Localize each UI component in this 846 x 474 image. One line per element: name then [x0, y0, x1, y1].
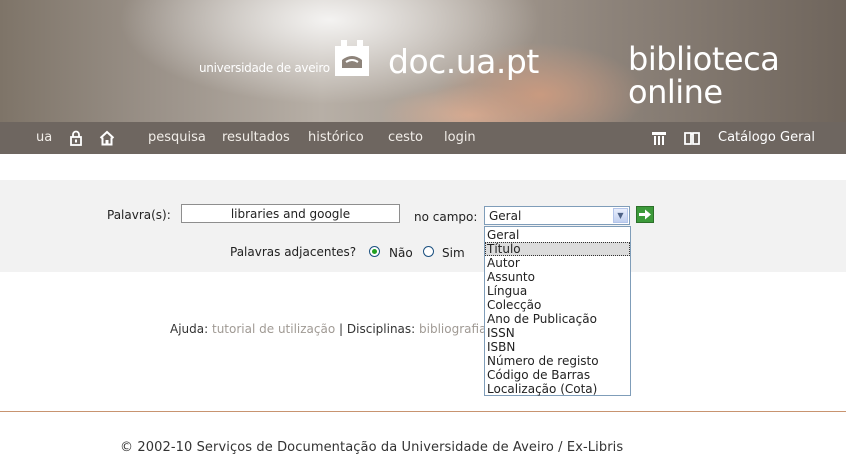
field-select[interactable]: Geral ▼ [484, 206, 630, 225]
dropdown-option-ano[interactable]: Ano de Publicação [485, 312, 630, 326]
dropdown-option-autor[interactable]: Autor [485, 256, 630, 270]
adjacent-no-label: Não [389, 246, 413, 260]
help-label: Ajuda: [170, 322, 209, 336]
library-title-line1: biblioteca [628, 40, 780, 78]
search-form: Palavra(s): no campo: Geral ▼ Palavras a… [0, 180, 846, 272]
book-icon[interactable] [684, 130, 700, 146]
disciplines-label: Disciplinas: [346, 322, 416, 336]
field-select-value: Geral [489, 209, 522, 223]
help-tutorial-link[interactable]: tutorial de utilização [212, 322, 335, 336]
dropdown-option-isbn[interactable]: ISBN [485, 340, 630, 354]
nav-bar: ua pesquisa resultados histórico cesto l… [0, 122, 846, 154]
nav-link-historico[interactable]: histórico [308, 130, 364, 145]
arrow-right-icon [639, 209, 651, 220]
dropdown-option-barras[interactable]: Código de Barras [485, 368, 630, 382]
dropdown-option-assunto[interactable]: Assunto [485, 270, 630, 284]
nav-link-pesquisa[interactable]: pesquisa [148, 130, 206, 145]
dropdown-option-titulo[interactable]: Título [485, 242, 630, 256]
search-go-button[interactable] [636, 206, 654, 223]
university-name: universidade de aveiro [199, 61, 330, 75]
footer-divider [0, 411, 846, 412]
dropdown-option-registo[interactable]: Número de registo [485, 354, 630, 368]
nav-link-login[interactable]: login [444, 130, 476, 145]
chevron-down-icon[interactable]: ▼ [613, 208, 628, 223]
home-icon[interactable] [99, 130, 115, 146]
help-line: Ajuda: tutorial de utilização | Discipli… [170, 322, 502, 336]
library-title: biblioteca online [628, 40, 780, 111]
field-dropdown-list[interactable]: Geral Título Autor Assunto Língua Colecç… [484, 226, 631, 396]
adjacent-no-radio[interactable] [369, 246, 380, 257]
nav-link-cesto[interactable]: cesto [388, 130, 423, 145]
footer-copyright: © 2002-10 Serviços de Documentação da Un… [120, 440, 624, 455]
help-separator: | [339, 322, 344, 336]
library-title-line2: online [628, 73, 723, 111]
search-words-input[interactable] [181, 204, 400, 223]
dropdown-option-geral[interactable]: Geral [485, 228, 630, 242]
dropdown-option-issn[interactable]: ISSN [485, 326, 630, 340]
header-banner: universidade de aveiro doc.ua.pt bibliot… [0, 0, 846, 122]
adjacent-label: Palavras adjacentes? [230, 245, 357, 259]
nav-catalog-link[interactable]: Catálogo Geral [718, 130, 815, 145]
lock-icon[interactable] [68, 130, 84, 146]
adjacent-yes-radio[interactable] [423, 246, 434, 257]
words-label: Palavra(s): [107, 208, 171, 222]
nav-link-resultados[interactable]: resultados [222, 130, 290, 145]
nav-ua[interactable]: ua [36, 130, 52, 145]
dropdown-option-lingua[interactable]: Língua [485, 284, 630, 298]
ua-logo-icon [335, 40, 369, 76]
site-title[interactable]: doc.ua.pt [388, 42, 539, 81]
adjacent-yes-label: Sim [442, 246, 465, 260]
dropdown-option-coleccao[interactable]: Colecção [485, 298, 630, 312]
catalog-icon[interactable] [651, 130, 667, 146]
field-label: no campo: [414, 210, 478, 224]
dropdown-option-localizacao[interactable]: Localização (Cota) [485, 382, 630, 396]
